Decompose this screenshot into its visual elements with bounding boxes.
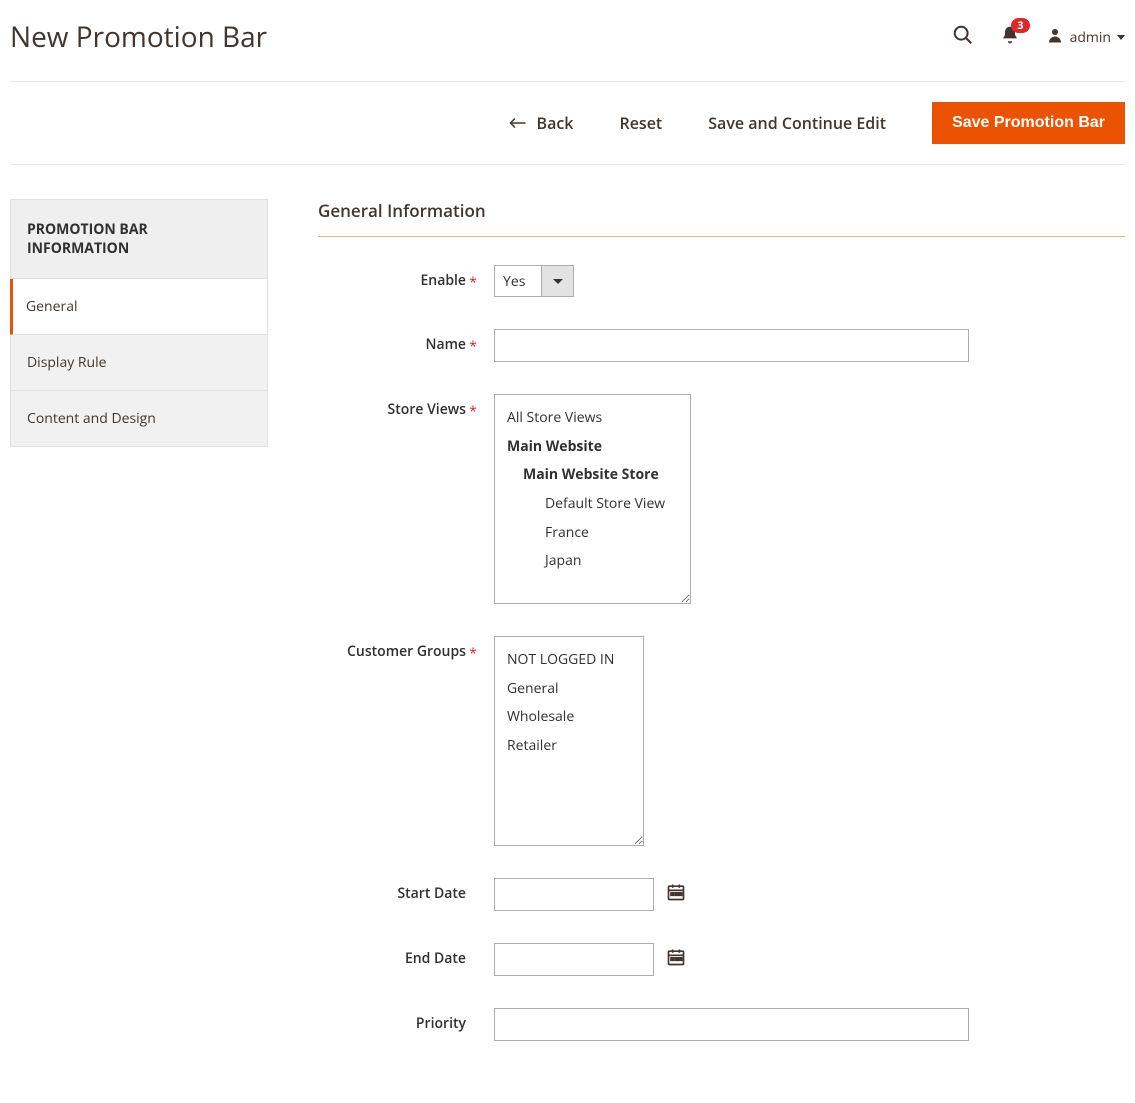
sidebar-heading: PROMOTION BAR INFORMATION — [10, 199, 268, 279]
store-views-label: Store Views — [318, 394, 466, 419]
sidebar: PROMOTION BAR INFORMATION General Displa… — [10, 199, 268, 1073]
list-item[interactable]: NOT LOGGED IN — [507, 646, 631, 675]
calendar-icon[interactable] — [666, 947, 686, 972]
search-icon[interactable] — [952, 24, 974, 51]
reset-button[interactable]: Reset — [619, 112, 662, 134]
list-item[interactable]: All Store Views — [507, 404, 678, 433]
list-item[interactable]: Main Website Store — [507, 461, 678, 490]
save-button[interactable]: Save Promotion Bar — [932, 102, 1125, 144]
list-item[interactable]: Wholesale — [507, 703, 631, 732]
enable-select[interactable]: Yes — [494, 265, 574, 297]
enable-label: Enable — [318, 265, 466, 290]
user-menu[interactable]: admin — [1046, 26, 1125, 49]
user-name: admin — [1070, 28, 1111, 47]
list-item[interactable]: Japan — [507, 547, 678, 576]
store-views-select[interactable]: All Store Views Main Website Main Websit… — [494, 394, 691, 604]
name-input[interactable] — [494, 329, 969, 362]
list-item[interactable]: France — [507, 519, 678, 548]
customer-groups-select[interactable]: NOT LOGGED IN General Wholesale Retailer — [494, 636, 644, 846]
name-label: Name — [318, 329, 466, 354]
notification-badge: 3 — [1011, 18, 1029, 33]
list-item[interactable]: General — [507, 675, 631, 704]
list-item[interactable]: Retailer — [507, 732, 631, 761]
save-continue-button[interactable]: Save and Continue Edit — [708, 112, 886, 134]
end-date-input[interactable] — [494, 943, 654, 976]
section-title: General Information — [318, 199, 1125, 237]
notifications-button[interactable]: 3 — [1000, 25, 1020, 50]
start-date-label: Start Date — [318, 878, 466, 903]
user-icon — [1046, 26, 1064, 49]
priority-label: Priority — [318, 1008, 466, 1033]
actions-bar: Back Reset Save and Continue Edit Save P… — [10, 92, 1125, 165]
chevron-down-icon — [541, 266, 573, 296]
sidebar-item-display-rule[interactable]: Display Rule — [10, 335, 268, 391]
back-button[interactable]: Back — [509, 112, 574, 134]
page-title: New Promotion Bar — [10, 18, 267, 56]
sidebar-item-content-design[interactable]: Content and Design — [10, 391, 268, 447]
list-item[interactable]: Default Store View — [507, 490, 678, 519]
calendar-icon[interactable] — [666, 882, 686, 907]
end-date-label: End Date — [318, 943, 466, 968]
customer-groups-label: Customer Groups — [318, 636, 466, 661]
list-item[interactable]: Main Website — [507, 433, 678, 462]
start-date-input[interactable] — [494, 878, 654, 911]
caret-down-icon — [1117, 35, 1125, 40]
page-header: New Promotion Bar 3 admin — [10, 10, 1125, 81]
sidebar-item-general[interactable]: General — [10, 279, 268, 335]
priority-input[interactable] — [494, 1008, 969, 1041]
